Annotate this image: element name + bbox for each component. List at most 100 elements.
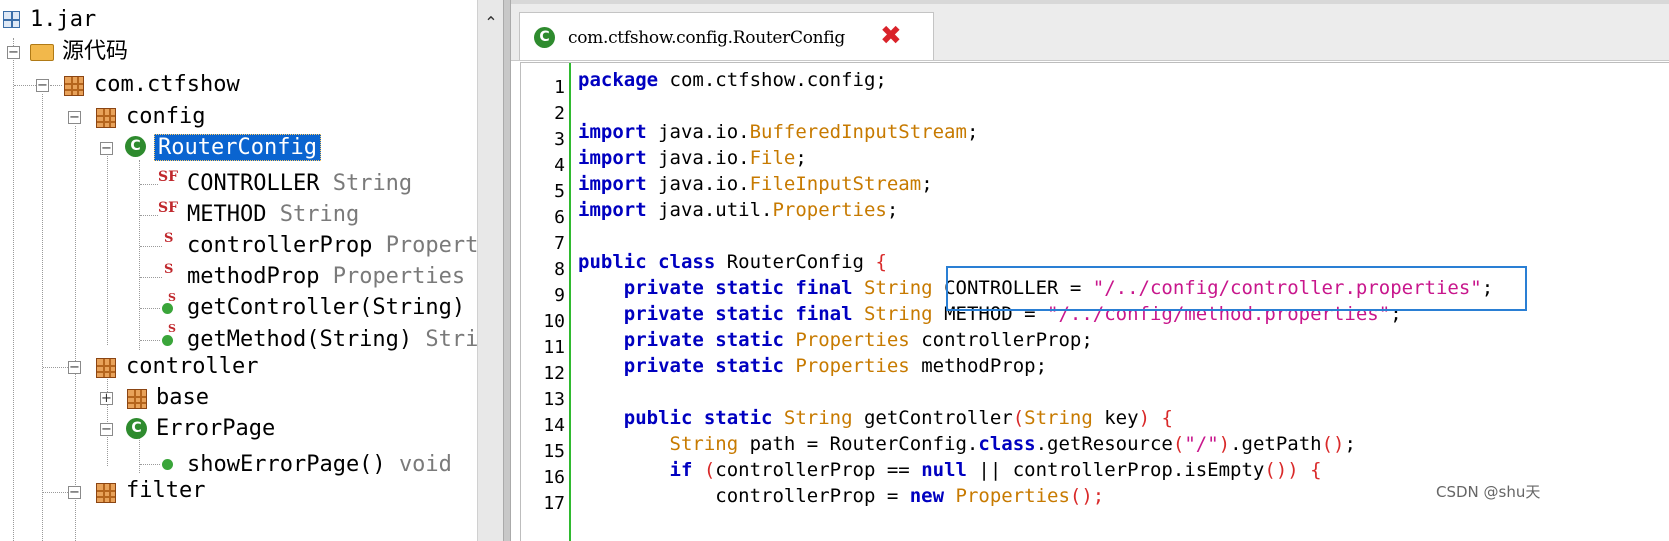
collapse-toggle[interactable]: − <box>7 46 20 59</box>
tree-item-label: 1.jar <box>30 7 97 32</box>
code-token: private static <box>578 329 784 351</box>
code-token: com.ctfshow.config; <box>658 69 887 91</box>
tree-item-member[interactable]: controllerProp Propert <box>187 230 478 262</box>
class-icon: C <box>534 27 555 48</box>
code-token: ; <box>886 199 899 221</box>
code-token: public static <box>578 407 773 429</box>
code-token: controllerProp = <box>578 485 910 507</box>
package-icon <box>96 108 116 128</box>
code-token: java.io. <box>646 121 750 143</box>
tree-line <box>43 492 68 493</box>
tree-scrollbar[interactable]: ⌃ <box>477 0 504 541</box>
code-token: ( <box>1012 407 1025 429</box>
tree-item-routerconfig[interactable]: RouterConfig <box>154 132 321 164</box>
tree-item-package[interactable]: com.ctfshow <box>94 69 240 101</box>
collapse-toggle[interactable]: − <box>68 361 81 374</box>
collapse-toggle[interactable]: − <box>36 79 49 92</box>
line-number: 12 <box>543 363 565 384</box>
tree-item-source[interactable]: 源代码 <box>62 36 128 68</box>
line-number: 3 <box>554 129 565 150</box>
method-icon <box>162 459 173 470</box>
code-token: .getResource <box>1035 433 1173 455</box>
collapse-toggle[interactable]: − <box>68 111 81 124</box>
editor-tab-bar: C com.ctfshow.config.RouterConfig ✖ <box>511 4 1669 61</box>
member-name: getMethod(String) <box>187 327 413 352</box>
code-token: java.io. <box>646 173 750 195</box>
jar-icon <box>3 11 20 28</box>
project-tree: 1.jar − 源代码 − com.ctfshow − config − C R… <box>0 0 507 541</box>
code-token: BufferedInputStream <box>749 121 967 143</box>
member-type: Stri <box>425 327 479 352</box>
panel-splitter[interactable] <box>503 0 511 541</box>
code-line: controllerProp = new Properties(); <box>578 483 1104 509</box>
tree-item-controller[interactable]: controller <box>126 351 258 383</box>
code-token: ; <box>921 173 933 195</box>
close-icon[interactable]: ✖ <box>880 23 902 49</box>
tree-line <box>75 126 76 541</box>
tree-item-jar[interactable]: 1.jar <box>30 4 96 36</box>
code-token: Properties <box>772 199 887 221</box>
code-token: methodProp; <box>909 355 1048 377</box>
line-number: 4 <box>554 155 565 176</box>
tree-item-filter[interactable]: filter <box>126 475 205 507</box>
member-type: String <box>279 202 360 227</box>
tree-item-base[interactable]: base <box>156 382 209 414</box>
code-token: package <box>578 69 659 91</box>
tree-item-config[interactable]: config <box>126 101 205 133</box>
tab-routerconfig[interactable]: C com.ctfshow.config.RouterConfig ✖ <box>519 12 934 60</box>
tree-item-member[interactable]: getController(String) <box>187 292 465 324</box>
code-token: ( <box>692 459 716 481</box>
tree-item-member[interactable]: methodProp Properties <box>187 261 465 293</box>
code-token: new <box>909 485 945 507</box>
tree-line <box>140 308 160 309</box>
tree-line <box>140 340 160 341</box>
code-token: { <box>875 251 887 273</box>
code-token: String <box>852 277 933 299</box>
tree-line <box>139 160 140 350</box>
static-field-icon: S <box>164 262 174 277</box>
tree-line <box>43 367 68 368</box>
scroll-up-icon[interactable]: ⌃ <box>478 10 504 36</box>
code-token: private static final <box>578 277 853 299</box>
code-token: getController <box>852 407 1013 429</box>
tree-item-member[interactable]: showErrorPage() void <box>187 449 452 481</box>
expand-toggle[interactable]: + <box>100 392 113 405</box>
static-marker-icon: S <box>168 322 176 335</box>
line-number: 13 <box>543 389 565 410</box>
member-type: Properties <box>332 264 466 289</box>
code-token: import <box>578 199 647 221</box>
code-line: import java.io.File; <box>578 145 807 171</box>
collapse-toggle[interactable]: − <box>68 486 81 499</box>
tree-item-member[interactable]: CONTROLLER String <box>187 168 412 200</box>
tree-item-label: config <box>126 104 206 129</box>
code-token: path = RouterConfig. <box>738 433 979 455</box>
code-token: import <box>578 121 647 143</box>
member-name: showErrorPage() <box>187 452 386 477</box>
tree-line <box>140 246 162 247</box>
code-token: Properties <box>944 485 1070 507</box>
member-type: void <box>398 452 452 477</box>
code-token: String <box>852 303 933 325</box>
line-number: 1 <box>554 77 565 98</box>
collapse-toggle[interactable]: − <box>100 423 113 436</box>
tree-line <box>50 85 62 86</box>
line-number: 17 <box>543 493 565 514</box>
code-token: controllerProp; <box>909 329 1093 351</box>
code-token: java.util. <box>646 199 773 221</box>
code-token: String <box>1024 407 1093 429</box>
code-token: if <box>578 459 693 481</box>
code-line: String path = RouterConfig.class.getReso… <box>578 431 1356 457</box>
code-token: ; <box>1344 433 1356 455</box>
static-final-field-icon: SF <box>158 200 179 216</box>
member-name: controllerProp <box>187 233 373 258</box>
class-icon: C <box>126 418 147 439</box>
tree-line <box>13 60 14 541</box>
tree-item-label: 源代码 <box>62 39 129 64</box>
line-number-gutter: 1 2 3 4 5 6 7 8 9 10 11 12 13 14 15 16 1… <box>521 63 571 541</box>
code-token: null <box>921 459 967 481</box>
tree-item-errorpage[interactable]: ErrorPage <box>156 413 275 445</box>
collapse-toggle[interactable]: − <box>100 142 113 155</box>
class-icon: C <box>125 136 146 157</box>
tree-line <box>140 184 158 185</box>
tree-item-member[interactable]: METHOD String <box>187 199 359 231</box>
